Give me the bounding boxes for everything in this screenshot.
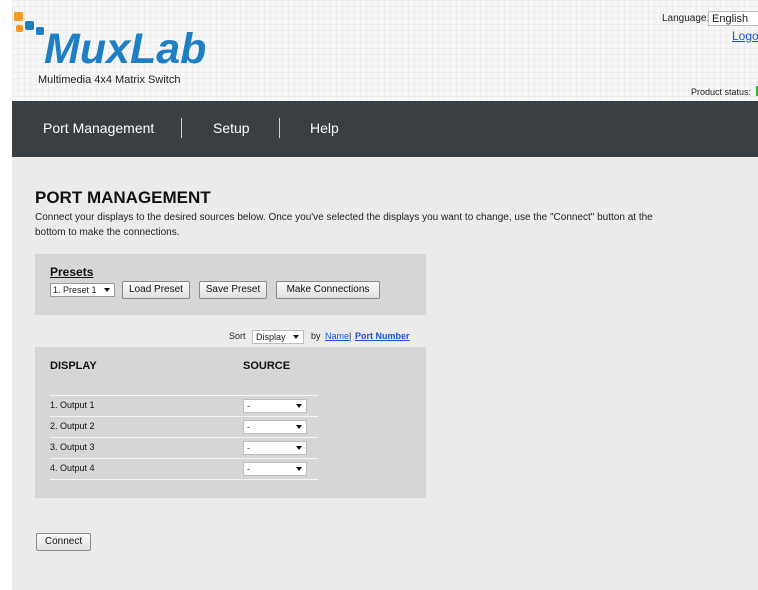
- nav-separator: [181, 118, 182, 138]
- page-title: PORT MANAGEMENT: [35, 188, 211, 207]
- product-status-label: Product status:: [691, 87, 752, 97]
- presets-panel: Presets 1. Preset 1 Load Preset Save Pre…: [35, 254, 426, 315]
- load-preset-button[interactable]: Load Preset: [122, 281, 190, 299]
- muxlab-logo: MuxLab: [14, 10, 214, 76]
- source-select-4[interactable]: -: [243, 462, 307, 476]
- chevron-down-icon: [296, 425, 302, 429]
- brand-name: MuxLab: [44, 25, 207, 73]
- connect-button[interactable]: Connect: [36, 533, 91, 551]
- main-content: PORT MANAGEMENT Connect your displays to…: [12, 157, 758, 590]
- sort-by-label: by: [311, 331, 321, 341]
- source-select-value: -: [247, 464, 250, 474]
- nav-port-management[interactable]: Port Management: [43, 120, 154, 136]
- display-column-header: DISPLAY: [50, 360, 97, 372]
- row-divider: [50, 458, 318, 459]
- row-divider: [50, 395, 318, 396]
- preset-select-value: 1. Preset 1: [53, 285, 97, 295]
- language-label: Language:: [662, 13, 710, 24]
- row-divider: [50, 416, 318, 417]
- source-select-value: -: [247, 401, 250, 411]
- presets-label: Presets: [50, 265, 94, 279]
- sort-select-value: Display: [256, 332, 286, 342]
- row-divider: [50, 437, 318, 438]
- sort-select[interactable]: Display: [252, 330, 304, 344]
- source-select-2[interactable]: -: [243, 420, 307, 434]
- chevron-down-icon: [293, 335, 299, 339]
- sort-name-link[interactable]: Name: [325, 331, 349, 341]
- table-row-display: 4. Output 4: [50, 463, 95, 473]
- page-description: Connect your displays to the desired sou…: [35, 212, 653, 238]
- nav-help[interactable]: Help: [310, 120, 339, 136]
- logout-link[interactable]: Logo: [732, 29, 758, 43]
- source-select-1[interactable]: -: [243, 399, 307, 413]
- main-nav: Port Management Setup Help: [12, 101, 758, 157]
- make-connections-button[interactable]: Make Connections: [276, 281, 380, 299]
- product-subtitle: Multimedia 4x4 Matrix Switch: [38, 74, 181, 86]
- sort-label: Sort: [229, 331, 246, 341]
- port-table: DISPLAY SOURCE 1. Output 1 - 2. Output 2…: [35, 347, 426, 498]
- language-select[interactable]: English: [708, 11, 758, 26]
- nav-setup[interactable]: Setup: [213, 120, 250, 136]
- chevron-down-icon: [104, 288, 110, 292]
- chevron-down-icon: [296, 446, 302, 450]
- source-select-value: -: [247, 443, 250, 453]
- chevron-down-icon: [296, 467, 302, 471]
- source-column-header: SOURCE: [243, 360, 291, 372]
- table-row-display: 2. Output 2: [50, 421, 95, 431]
- source-select-value: -: [247, 422, 250, 432]
- row-divider: [50, 479, 318, 480]
- sort-separator: |: [349, 331, 352, 341]
- source-select-3[interactable]: -: [243, 441, 307, 455]
- table-row-display: 3. Output 3: [50, 442, 95, 452]
- table-row-display: 1. Output 1: [50, 400, 95, 410]
- save-preset-button[interactable]: Save Preset: [199, 281, 267, 299]
- preset-select[interactable]: 1. Preset 1: [50, 283, 115, 297]
- nav-separator: [279, 118, 280, 138]
- header: MuxLab Multimedia 4x4 Matrix Switch Lang…: [12, 0, 758, 101]
- chevron-down-icon: [296, 404, 302, 408]
- sort-port-number-link[interactable]: Port Number: [355, 331, 410, 341]
